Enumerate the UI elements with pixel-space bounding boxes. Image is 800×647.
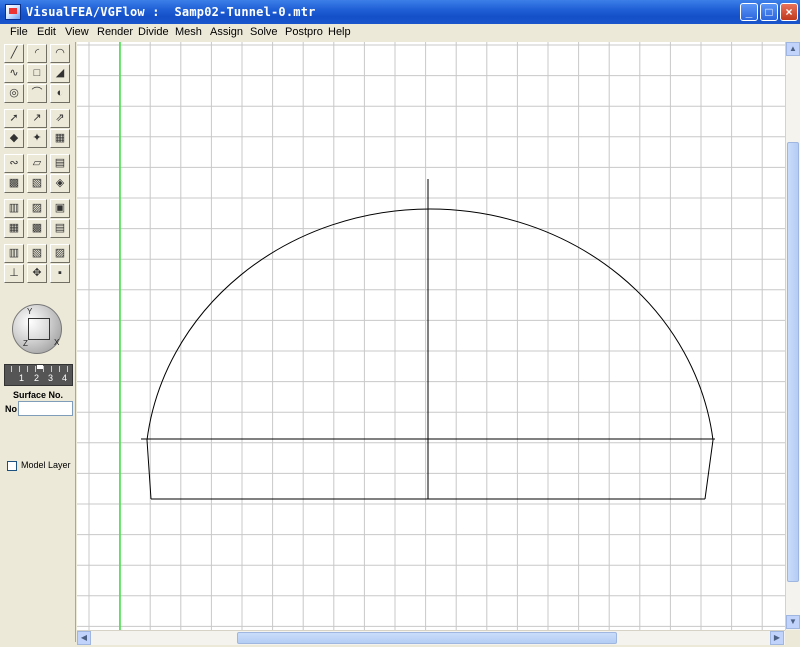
select-surface-icon[interactable]: ⇗ xyxy=(50,109,70,128)
menu-divide[interactable]: Divide xyxy=(138,26,169,38)
rectangle-tool-icon[interactable]: □ xyxy=(27,64,47,83)
menu-edit[interactable]: Edit xyxy=(37,26,56,38)
surface-tool-icon[interactable]: ◢ xyxy=(50,64,70,83)
menu-view[interactable]: View xyxy=(65,26,89,38)
spline-tool-icon[interactable]: ∿ xyxy=(4,64,24,83)
arc-tool-icon[interactable]: ◜ xyxy=(27,44,47,63)
view-rotation-dial[interactable]: Y X Z xyxy=(12,304,62,354)
minimize-button[interactable]: _ xyxy=(740,3,758,21)
title-bar[interactable]: VisualFEA/VGFlow : Samp02-Tunnel-0.mtr _… xyxy=(0,0,800,24)
mesh-block-icon[interactable]: ▧ xyxy=(27,244,47,263)
curve-tool-icon[interactable]: ◠ xyxy=(50,44,70,63)
drawing-canvas[interactable] xyxy=(77,42,785,630)
sweep-icon[interactable]: ∾ xyxy=(4,154,24,173)
menu-assign[interactable]: Assign xyxy=(210,26,243,38)
view-cube-icon xyxy=(28,318,50,340)
solid-merge-icon[interactable]: ▣ xyxy=(50,199,70,218)
ellipse-tool-icon[interactable]: ◐ xyxy=(50,84,70,103)
model-layer-checkbox[interactable] xyxy=(7,461,17,471)
solid-split-icon[interactable]: ▨ xyxy=(27,199,47,218)
menu-file[interactable]: File xyxy=(10,26,28,38)
vertical-scroll-thumb[interactable] xyxy=(787,142,799,582)
select-arrow-icon[interactable]: ➚ xyxy=(4,109,24,128)
tool-palette: ╱ ◜ ◠ ∿ □ ◢ ◎ ⌒ ◐ ➚ ↗ ⇗ ◆ ✦ ▦ ∾ ▱ ▤ ▩ ▧ ◈ ▥ ▨ ▣ ▦ ▩ ▤ ▥ ▧ ▨ ⊥ ✥ ▪ Y X Z … xyxy=(0,42,76,642)
model-layer-label: Model Layer xyxy=(21,460,71,470)
slider-label-3: 3 xyxy=(48,373,54,383)
scroll-right-button[interactable]: ▶ xyxy=(770,631,784,645)
horizontal-scrollbar[interactable]: ◀ ▶ xyxy=(77,630,785,645)
scrollbar-corner xyxy=(785,630,800,645)
layer-slider[interactable]: 1 2 3 4 xyxy=(4,364,73,386)
solid-rotate-icon[interactable]: ◈ xyxy=(50,174,70,193)
maximize-button[interactable]: □ xyxy=(760,3,778,21)
grid-lines xyxy=(77,42,785,630)
arch-tool-icon[interactable]: ⌒ xyxy=(27,84,47,103)
mesh-grid-icon[interactable]: ▥ xyxy=(4,244,24,263)
line-tool-icon[interactable]: ╱ xyxy=(4,44,24,63)
scroll-up-button[interactable]: ▲ xyxy=(786,42,800,56)
circle-tool-icon[interactable]: ◎ xyxy=(4,84,24,103)
vertical-scrollbar[interactable]: ▲ ▼ xyxy=(785,42,800,630)
pick-node-icon[interactable]: ◆ xyxy=(4,129,24,148)
tunnel-section[interactable] xyxy=(141,179,715,500)
extrude-icon[interactable]: ▱ xyxy=(27,154,47,173)
pick-region-icon[interactable]: ✦ xyxy=(27,129,47,148)
app-icon[interactable] xyxy=(5,4,21,20)
surface-number-input[interactable] xyxy=(18,401,73,416)
loft-icon[interactable]: ▤ xyxy=(50,154,70,173)
menu-mesh[interactable]: Mesh xyxy=(175,26,202,38)
window-title: VisualFEA/VGFlow : Samp02-Tunnel-0.mtr xyxy=(26,5,316,19)
slider-label-2: 2 xyxy=(34,373,40,383)
application-window: VisualFEA/VGFlow : Samp02-Tunnel-0.mtr _… xyxy=(0,0,800,647)
scroll-down-button[interactable]: ▼ xyxy=(786,615,800,629)
select-curve-icon[interactable]: ↗ xyxy=(27,109,47,128)
slider-label-1: 1 xyxy=(19,373,25,383)
mesh-dense-icon[interactable]: ▨ xyxy=(50,244,70,263)
axis-icon[interactable]: ⊥ xyxy=(4,264,24,283)
no-label: No xyxy=(5,404,17,414)
scroll-left-button[interactable]: ◀ xyxy=(77,631,91,645)
mesh-sheet-icon[interactable]: ▤ xyxy=(50,219,70,238)
tunnel-arch-curve[interactable] xyxy=(146,208,714,500)
horizontal-scroll-thumb[interactable] xyxy=(237,632,617,644)
menu-render[interactable]: Render xyxy=(97,26,133,38)
axis-y-label: Y xyxy=(27,307,33,316)
solid-cut-icon[interactable]: ▧ xyxy=(27,174,47,193)
pick-box-icon[interactable]: ▦ xyxy=(50,129,70,148)
menu-postpro[interactable]: Postpro xyxy=(285,26,323,38)
solid-stack-icon[interactable]: ▥ xyxy=(4,199,24,218)
mesh-plane-icon[interactable]: ▦ xyxy=(4,219,24,238)
close-button[interactable]: × xyxy=(780,3,798,21)
menu-solve[interactable]: Solve xyxy=(250,26,278,38)
surface-no-label: Surface No. xyxy=(12,390,63,400)
solid-box-icon[interactable]: ▩ xyxy=(4,174,24,193)
center-icon[interactable]: ▪ xyxy=(50,264,70,283)
axis-z-label: Z xyxy=(23,339,28,348)
move-icon[interactable]: ✥ xyxy=(27,264,47,283)
model-view-svg[interactable] xyxy=(77,42,785,630)
axis-x-label: X xyxy=(54,338,60,347)
mesh-cube-icon[interactable]: ▩ xyxy=(27,219,47,238)
slider-label-4: 4 xyxy=(62,373,68,383)
menu-help[interactable]: Help xyxy=(328,26,351,38)
menu-bar: File Edit View Render Divide Mesh Assign… xyxy=(0,24,800,41)
